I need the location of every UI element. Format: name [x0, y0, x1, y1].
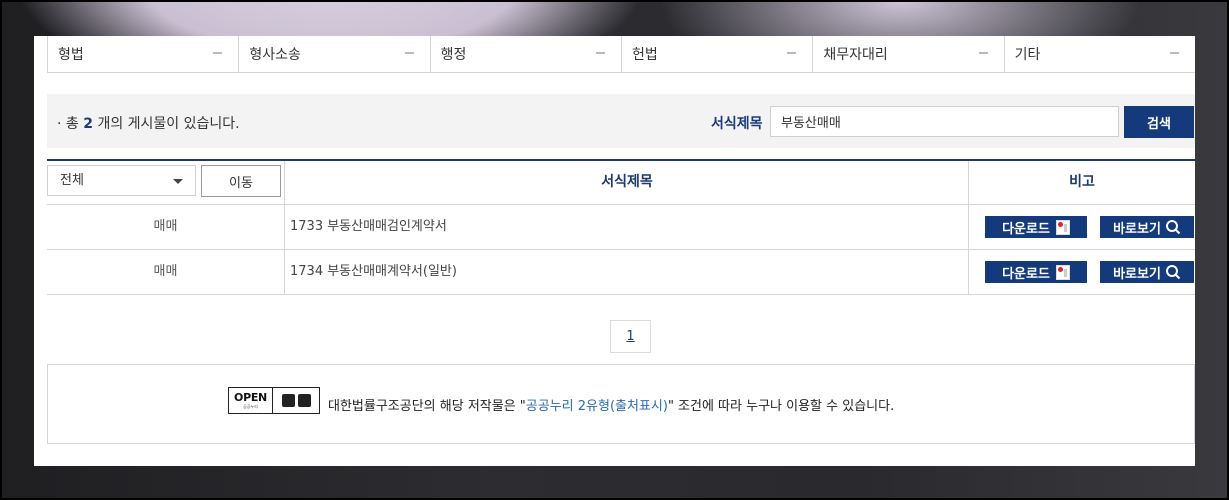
minus-icon — [213, 52, 223, 54]
filter-value: 전체 — [60, 173, 84, 188]
move-button[interactable]: 이동 — [201, 165, 281, 197]
category-tab-debtor-agent[interactable]: 채무자대리 — [813, 36, 1005, 72]
total-prefix: · 총 — [57, 116, 79, 132]
forms-table: 전체 이동 서식제목 비고 매매 1733 부동산매매검인계약서 다운로드 바로… — [47, 159, 1195, 295]
total-count-text: · 총 2 개의 게시물이 있습니다. — [57, 113, 240, 133]
column-header-title: 서식제목 — [284, 161, 969, 204]
document-icon — [1055, 264, 1070, 280]
view-label: 바로보기 — [1113, 266, 1161, 282]
content-panel: 형법 형사소송 행정 헌법 채무자대리 기타 · 총 2 개의 게시물이 있습니… — [34, 36, 1195, 466]
attribution-icon — [281, 394, 295, 407]
license-box: OPEN 공공누리 대한법률구조공단의 해당 저작물은 "공공누리 2유형(출처… — [47, 364, 1195, 444]
row-category: 매매 — [153, 219, 178, 234]
license-prefix: 대한법률구조공단의 해당 저작물은 " — [328, 399, 526, 414]
license-text: 대한법률구조공단의 해당 저작물은 "공공누리 2유형(출처표시)" 조건에 따… — [328, 395, 894, 414]
license-link[interactable]: 공공누리 2유형(출처표시) — [526, 399, 668, 414]
search-input[interactable] — [770, 106, 1119, 137]
row-title[interactable]: 1734 부동산매매계약서(일반) — [284, 250, 969, 294]
download-button[interactable]: 다운로드 — [985, 216, 1087, 238]
row-actions: 다운로드 바로보기 — [968, 205, 1195, 249]
category-filter-select[interactable]: 전체 — [47, 165, 196, 196]
row-title[interactable]: 1733 부동산매매검인계약서 — [284, 205, 969, 249]
view-button[interactable]: 바로보기 — [1100, 261, 1194, 283]
category-tab-administration[interactable]: 행정 — [431, 36, 622, 72]
minus-icon — [978, 52, 988, 54]
search-label: 서식제목 — [711, 116, 763, 132]
category-tab-criminal-law[interactable]: 형법 — [48, 36, 240, 72]
minus-icon — [787, 52, 797, 54]
ogl-badge-sub: 공공누리 — [243, 403, 258, 409]
table-row: 매매 1734 부동산매매계약서(일반) 다운로드 바로보기 — [47, 250, 1195, 295]
minus-icon — [595, 52, 605, 54]
category-label: 행정 — [440, 47, 467, 63]
category-tab-constitution[interactable]: 헌법 — [622, 36, 814, 72]
category-tab-criminal-procedure[interactable]: 형사소송 — [239, 36, 431, 72]
pagination-page-1[interactable]: 1 — [610, 320, 651, 353]
minus-icon — [404, 52, 414, 54]
table-header: 전체 이동 서식제목 비고 — [47, 161, 1195, 205]
search-icon — [1165, 220, 1181, 235]
category-label: 형법 — [58, 47, 84, 63]
view-label: 바로보기 — [1113, 221, 1161, 237]
total-count: 2 — [83, 116, 93, 132]
download-label: 다운로드 — [1002, 221, 1050, 237]
chevron-down-icon — [173, 179, 183, 184]
table-row: 매매 1733 부동산매매검인계약서 다운로드 바로보기 — [47, 205, 1195, 250]
category-label: 기타 — [1014, 47, 1041, 63]
total-suffix: 개의 게시물이 있습니다. — [97, 116, 240, 132]
category-tab-etc[interactable]: 기타 — [1005, 36, 1195, 72]
row-actions: 다운로드 바로보기 — [968, 250, 1195, 294]
column-header-note: 비고 — [968, 161, 1195, 204]
download-button[interactable]: 다운로드 — [985, 261, 1087, 283]
category-label: 채무자대리 — [823, 47, 888, 63]
category-bar: 형법 형사소송 행정 헌법 채무자대리 기타 — [47, 36, 1195, 73]
document-icon — [1055, 219, 1070, 235]
search-strip: · 총 2 개의 게시물이 있습니다. 서식제목 검색 — [47, 94, 1195, 148]
category-label: 형사소송 — [249, 47, 301, 63]
open-license-logo: OPEN 공공누리 — [228, 387, 320, 414]
minus-icon — [1169, 52, 1179, 54]
row-category: 매매 — [153, 264, 178, 279]
category-label: 헌법 — [631, 47, 658, 63]
license-suffix: " 조건에 따라 누구나 이용할 수 있습니다. — [667, 399, 895, 414]
view-button[interactable]: 바로보기 — [1100, 216, 1194, 238]
search-button[interactable]: 검색 — [1124, 106, 1194, 138]
ogl-badge-text: OPEN — [234, 390, 267, 404]
search-icon — [1165, 265, 1181, 280]
commercial-icon — [297, 394, 311, 407]
download-label: 다운로드 — [1002, 266, 1050, 282]
